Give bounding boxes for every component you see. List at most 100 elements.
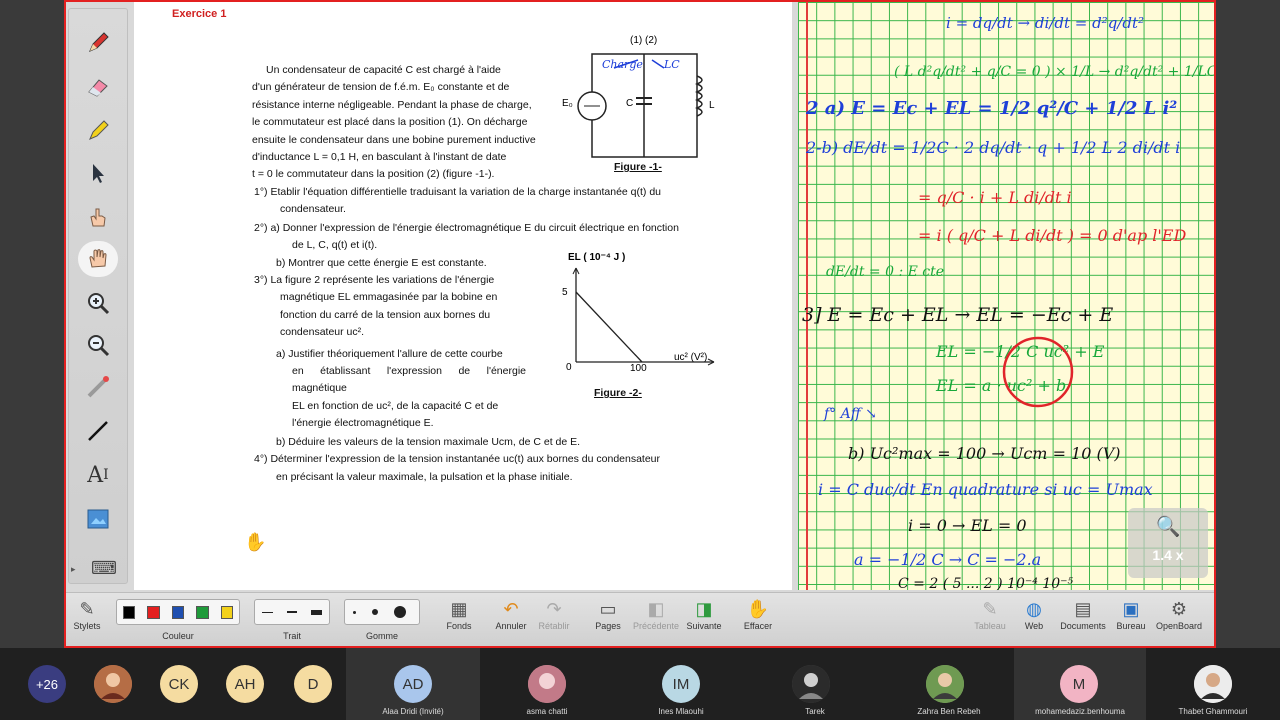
- line-label: Trait: [283, 631, 301, 641]
- line-thin-option[interactable]: [262, 611, 273, 613]
- note-line: dE/dt = 0 : E cte: [826, 264, 945, 280]
- eraser-tool-icon[interactable]: [78, 69, 118, 105]
- intro-line: ensuite le condensateur dans une bobine …: [252, 133, 536, 146]
- clear-button[interactable]: ✋ Effacer: [738, 597, 778, 631]
- handwritten-notes-page: i = dq/dt → di/dt = d²q/dt² ( L d²q/dt² …: [798, 2, 1216, 592]
- note-line: 3] E = Ec + EL → EL = −Ec + E: [802, 304, 1114, 326]
- interact-hand-icon[interactable]: [78, 199, 118, 235]
- eraser-size-options: [344, 599, 420, 625]
- note-line: b) Uc²max = 100 → Ucm = 10 (V): [848, 444, 1121, 463]
- color-swatch-red[interactable]: [147, 605, 160, 619]
- selector-arrow-icon[interactable]: [78, 155, 118, 191]
- globe-icon: ◍: [1026, 599, 1042, 619]
- generator-label: E₀: [562, 98, 573, 109]
- participant-avatar-photo: [528, 665, 566, 703]
- participant-tile[interactable]: Zahra Ben Rebeh: [882, 648, 1016, 720]
- color-swatch-green[interactable]: [196, 605, 209, 619]
- color-swatch-blue[interactable]: [171, 605, 185, 619]
- question-line: b) Déduire les valeurs de la tension max…: [276, 436, 581, 448]
- note-line: i = dq/dt → di/dt = d²q/dt²: [946, 14, 1144, 32]
- line-thick-option[interactable]: [311, 609, 323, 615]
- more-participants-button[interactable]: +26: [28, 665, 66, 703]
- stylets-button[interactable]: ✎ Stylets: [70, 597, 104, 631]
- redo-button[interactable]: ↷ Rétablir: [534, 597, 574, 631]
- folder-icon: ▤: [1074, 599, 1092, 619]
- zoom-magnifier-icon: 🔍: [1155, 516, 1181, 538]
- line-medium-option[interactable]: [286, 611, 298, 613]
- color-swatch-yellow[interactable]: [220, 605, 234, 619]
- note-line: ( L d²q/dt² + q/C = 0 ) × 1/L → d²q/dt² …: [894, 64, 1216, 80]
- participant-tile[interactable]: asma chatti: [480, 648, 614, 720]
- previous-page-button[interactable]: ◧ Précédente: [630, 597, 682, 631]
- participant-tile[interactable]: IM Ines Mlaouhi: [614, 648, 748, 720]
- eraser-label: Gomme: [365, 631, 398, 641]
- intro-line: d'inductance L = 0,1 H, en basculant à l…: [252, 151, 507, 164]
- documents-button[interactable]: ▤ Documents: [1058, 597, 1108, 631]
- charge-handwritten-label: Charge: [602, 58, 643, 71]
- participant-tile[interactable]: Tarek: [748, 648, 882, 720]
- figure-2-y-tick: 5: [562, 287, 568, 298]
- toolbar-collapse-handle[interactable]: ▸: [71, 564, 76, 575]
- backgrounds-button[interactable]: ▦ Fonds: [440, 597, 478, 631]
- figure-2-origin: 0: [566, 362, 572, 373]
- question-line: 3°) La figure 2 représente les variation…: [254, 274, 495, 286]
- bottom-toolbar: ✎ Stylets Couleur Trait Gomme ▦ Fonds ↶ …: [66, 592, 1214, 646]
- color-label: Couleur: [162, 631, 194, 641]
- participant-avatar: AD: [394, 665, 432, 703]
- intro-line: t = 0 le commutateur dans la position (2…: [252, 168, 495, 181]
- question-line: condensateur uc².: [280, 326, 365, 339]
- keyboard-icon[interactable]: ⌨: [91, 558, 117, 579]
- pen-tool-icon[interactable]: [78, 25, 118, 61]
- board-button[interactable]: ✎ Tableau: [970, 597, 1010, 631]
- next-page-icon: ◨: [695, 599, 713, 619]
- intro-line: Un condensateur de capacité C est chargé…: [266, 64, 501, 76]
- participant-name: Zahra Ben Rebeh: [917, 707, 981, 716]
- pages-button[interactable]: ▭ Pages: [590, 597, 626, 631]
- clear-page-icon: ✋: [746, 599, 770, 619]
- participant-avatar-photo: [792, 665, 830, 703]
- intro-line: résistance interne négligeable. Pendant …: [252, 98, 532, 111]
- capture-tool-icon[interactable]: [78, 501, 118, 537]
- eraser-small-option[interactable]: [353, 610, 356, 614]
- participant-avatar-photo: [926, 665, 964, 703]
- text-tool-icon[interactable]: AI: [78, 457, 118, 493]
- participant-avatar: M: [1060, 665, 1098, 703]
- participant-avatar[interactable]: CK: [160, 665, 198, 703]
- question-line: fonction du carré de la tension aux born…: [280, 308, 491, 321]
- exercise-title: Exercice 1: [172, 8, 227, 20]
- zoom-in-icon[interactable]: [78, 285, 118, 321]
- color-swatch-black[interactable]: [123, 605, 136, 619]
- note-line: = q/C · i + L di/dt i: [918, 188, 1072, 207]
- participant-avatar-photo: [1194, 665, 1232, 703]
- undo-button[interactable]: ↶ Annuler: [492, 597, 530, 631]
- openboard-menu-button[interactable]: ⚙ OpenBoard: [1152, 597, 1206, 631]
- participant-name: Ines Mlaouhi: [658, 707, 704, 716]
- lc-handwritten-label: LC: [664, 58, 680, 71]
- participant-tile[interactable]: M mohamedaziz.benhouma: [1014, 648, 1146, 720]
- figure-2-ylabel: EL ( 10⁻⁴ J ): [568, 252, 626, 263]
- participant-avatar-photo[interactable]: [94, 665, 132, 703]
- participant-avatar[interactable]: AH: [226, 665, 264, 703]
- note-line: f° Aff ↘: [824, 406, 877, 422]
- note-line: 2 a) E = Ec + EL = 1/2 q²/C + 1/2 L i²: [806, 98, 1178, 119]
- eraser-large-option[interactable]: [394, 606, 406, 618]
- next-page-button[interactable]: ◨ Suivante: [684, 597, 724, 631]
- participant-avatar: IM: [662, 665, 700, 703]
- zoom-out-icon[interactable]: [78, 327, 118, 363]
- participant-tile[interactable]: Thabet Ghammouri: [1146, 648, 1280, 720]
- figure-2-x-tick: 100: [630, 363, 647, 374]
- note-line: a = −1/2 C → C = −2.a: [854, 550, 1042, 569]
- pan-hand-icon[interactable]: [78, 241, 118, 277]
- web-button[interactable]: ◍ Web: [1016, 597, 1052, 631]
- line-tool-icon[interactable]: [78, 413, 118, 449]
- zoom-indicator[interactable]: 🔍 1.4 x: [1128, 508, 1208, 578]
- eraser-medium-option[interactable]: [372, 609, 378, 615]
- participant-avatar[interactable]: D: [294, 665, 332, 703]
- highlighter-tool-icon[interactable]: [78, 113, 118, 149]
- participant-tile[interactable]: AD Alaa Dridi (Invité): [346, 648, 480, 720]
- desktop-button[interactable]: ▣ Bureau: [1112, 597, 1150, 631]
- capacitor-label: C: [626, 98, 634, 109]
- question-line: 4°) Déterminer l'expression de la tensio…: [254, 453, 661, 466]
- laser-pointer-icon[interactable]: [78, 369, 118, 405]
- stylets-icon: ✎: [79, 599, 95, 619]
